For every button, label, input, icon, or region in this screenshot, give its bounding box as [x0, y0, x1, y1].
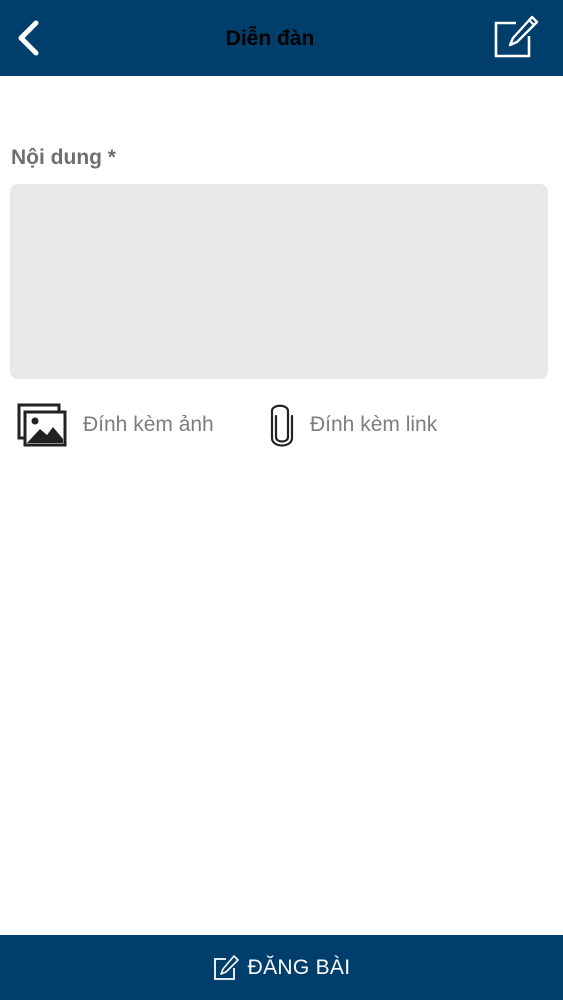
content-label: Nội dung * [11, 146, 116, 169]
post-button[interactable]: ĐĂNG BÀI [0, 935, 563, 1000]
compose-button[interactable] [492, 14, 540, 60]
app-header: Diễn đàn [0, 0, 563, 76]
content-input[interactable] [10, 184, 548, 379]
edit-icon [213, 954, 239, 980]
post-button-label: ĐĂNG BÀI [247, 955, 351, 979]
attach-photo-label: Đính kèm ảnh [83, 413, 214, 436]
back-button[interactable] [8, 16, 48, 60]
image-icon [17, 403, 67, 447]
forum-post-screen: Diễn đàn Nội dung * Đính kèm ảnh Đính kè… [0, 0, 563, 1000]
paperclip-icon [270, 404, 294, 447]
attach-link-button[interactable]: Đính kèm link [268, 400, 437, 450]
attach-link-label: Đính kèm link [310, 413, 438, 436]
edit-icon [494, 15, 539, 58]
chevron-left-icon [18, 20, 39, 56]
page-title: Diễn đàn [225, 27, 315, 50]
attach-photo-button[interactable]: Đính kèm ảnh [17, 400, 214, 450]
